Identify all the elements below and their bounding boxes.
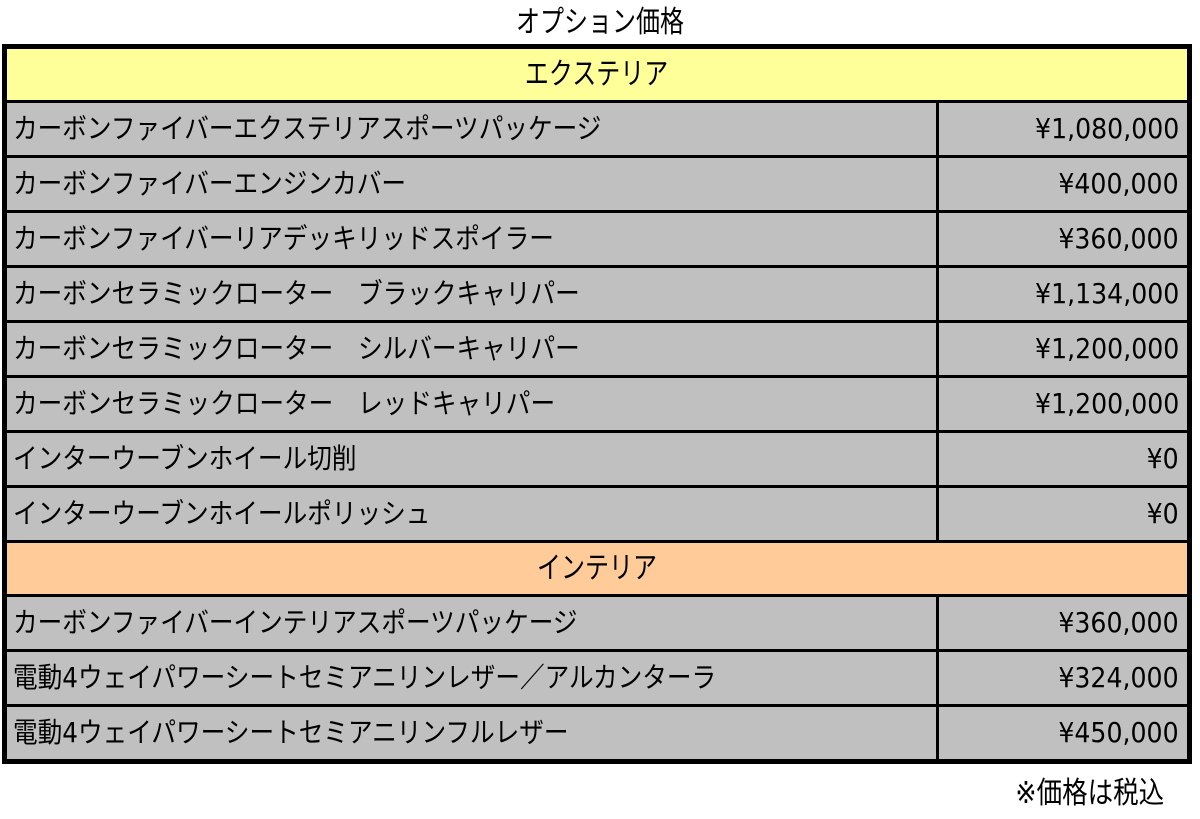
option-price: ¥1,200,000 — [1034, 387, 1179, 420]
section-label: インテリア — [537, 551, 657, 586]
table-row: カーボンファイバーリアデッキリッドスポイラー ¥360,000 — [7, 213, 1187, 268]
option-name: カーボンセラミックローター ブラックキャリパー — [7, 268, 939, 320]
page-title: オプション価格 — [516, 5, 684, 40]
option-name: カーボンセラミックローター レッドキャリパー — [7, 378, 939, 430]
option-price: ¥400,000 — [1058, 167, 1179, 200]
option-name: インターウーブンホイールポリッシュ — [7, 488, 939, 540]
table-row: カーボンファイバーエンジンカバー ¥400,000 — [7, 158, 1187, 213]
table-row: カーボンセラミックローター ブラックキャリパー ¥1,134,000 — [7, 268, 1187, 323]
table-row: カーボンセラミックローター シルバーキャリパー ¥1,200,000 — [7, 323, 1187, 378]
option-price: ¥450,000 — [1058, 716, 1179, 749]
option-price: ¥1,200,000 — [1034, 332, 1179, 365]
option-price: ¥324,000 — [1058, 661, 1179, 694]
option-name: カーボンファイバーエンジンカバー — [7, 158, 939, 210]
option-name: 電動4ウェイパワーシートセミアニリンレザー／アルカンターラ — [7, 652, 939, 704]
option-name: カーボンファイバーリアデッキリッドスポイラー — [7, 213, 939, 265]
option-price: ¥360,000 — [1058, 222, 1179, 255]
option-price: ¥360,000 — [1058, 606, 1179, 639]
table-row: インターウーブンホイールポリッシュ ¥0 — [7, 488, 1187, 543]
table-row: カーボンファイバーインテリアスポーツパッケージ ¥360,000 — [7, 597, 1187, 652]
option-name: カーボンファイバーインテリアスポーツパッケージ — [7, 597, 939, 649]
option-price: ¥0 — [1146, 497, 1179, 530]
option-name: カーボンセラミックローター シルバーキャリパー — [7, 323, 939, 375]
section-header-exterior: エクステリア — [7, 49, 1187, 103]
table-row: インターウーブンホイール切削 ¥0 — [7, 433, 1187, 488]
section-label: エクステリア — [525, 57, 669, 92]
table-row: 電動4ウェイパワーシートセミアニリンレザー／アルカンターラ ¥324,000 — [7, 652, 1187, 707]
option-price: ¥0 — [1146, 442, 1179, 475]
option-name: インターウーブンホイール切削 — [7, 433, 939, 485]
section-header-interior: インテリア — [7, 543, 1187, 597]
option-price: ¥1,134,000 — [1034, 277, 1179, 310]
option-name: カーボンファイバーエクステリアスポーツパッケージ — [7, 103, 939, 155]
table-row: カーボンセラミックローター レッドキャリパー ¥1,200,000 — [7, 378, 1187, 433]
tax-note: ※価格は税込 — [1015, 776, 1164, 811]
table-row: カーボンファイバーエクステリアスポーツパッケージ ¥1,080,000 — [7, 103, 1187, 158]
option-price-table: エクステリア カーボンファイバーエクステリアスポーツパッケージ ¥1,080,00… — [2, 44, 1192, 764]
table-row: 電動4ウェイパワーシートセミアニリンフルレザー ¥450,000 — [7, 707, 1187, 759]
option-name: 電動4ウェイパワーシートセミアニリンフルレザー — [7, 707, 939, 759]
option-price: ¥1,080,000 — [1034, 112, 1179, 145]
